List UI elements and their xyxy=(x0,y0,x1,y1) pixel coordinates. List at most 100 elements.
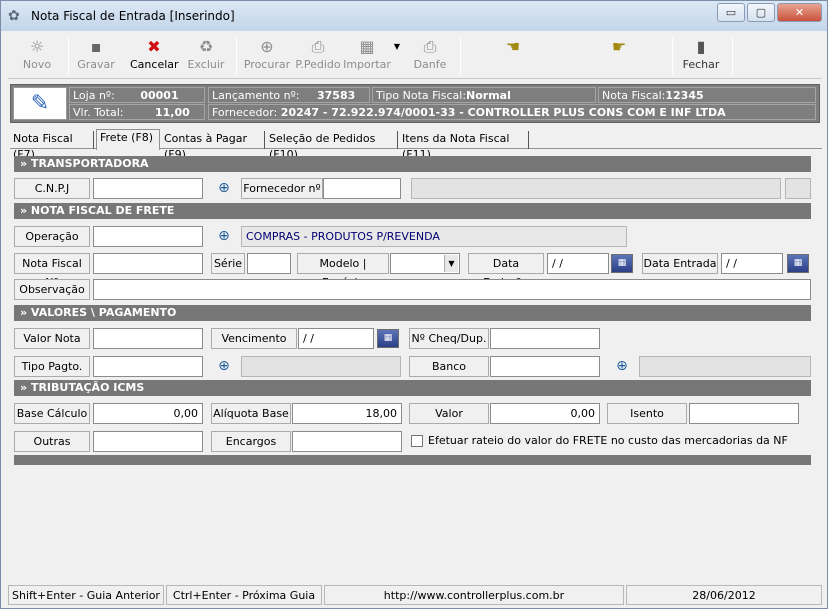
importar-button[interactable]: ▦ Importar xyxy=(343,36,391,78)
chevron-down-icon: ▼ xyxy=(444,255,458,272)
encargos-input[interactable] xyxy=(292,431,402,452)
cheque-label: Nº Cheq/Dup. xyxy=(409,328,489,349)
delete-icon: ♻ xyxy=(198,37,214,56)
section-footer-bar xyxy=(14,455,811,465)
save-icon: ▪ xyxy=(90,37,102,56)
search-icon[interactable]: ⊕ xyxy=(613,357,631,375)
importar-dropdown[interactable]: ▼ xyxy=(392,36,402,78)
operacao-label: Operação xyxy=(14,226,90,247)
cnpj-label: C.N.P.J xyxy=(14,178,90,199)
loja-info: Loja nº: 00001 xyxy=(69,87,205,103)
aliquota-label: Alíquota Base xyxy=(211,403,291,424)
valor-label: Valor xyxy=(409,403,489,424)
toolbar: ☼ Novo ▪ Gravar ✖ Cancelar ♻ Excluir ⊕ Procur… xyxy=(8,32,822,79)
tipo-pagto-display xyxy=(241,356,401,377)
banco-label: Banco xyxy=(409,356,489,377)
operacao-description: COMPRAS - PRODUTOS P/REVENDA xyxy=(241,226,627,247)
isento-input[interactable] xyxy=(689,403,799,424)
ppedido-button[interactable]: ⎙ P.Pedido xyxy=(294,36,342,78)
tipo-pagto-label: Tipo Pagto. xyxy=(14,356,90,377)
previous-record-button[interactable]: ☚ xyxy=(498,36,528,78)
danfe-button[interactable]: ⎙ Danfe xyxy=(408,36,452,78)
maximize-button[interactable]: ▢ xyxy=(747,3,775,22)
serie-label: Série xyxy=(211,253,245,274)
observacao-input[interactable] xyxy=(93,279,811,300)
fechar-button[interactable]: ▮ Fechar xyxy=(680,36,722,78)
calendar-icon[interactable]: ▦ xyxy=(787,254,809,273)
tipo-nota-info: Tipo Nota Fiscal:Normal xyxy=(372,87,596,103)
modelo-select[interactable]: ▼ xyxy=(390,253,460,274)
nota-fiscal-info: Nota Fiscal:12345 xyxy=(598,87,816,103)
search-icon: ⊕ xyxy=(260,37,274,56)
fornecedor-input[interactable] xyxy=(323,178,401,199)
title-bar: ✿ Nota Fiscal de Entrada [Inserindo] ▭ ▢… xyxy=(1,1,827,31)
vencimento-input[interactable]: / / xyxy=(298,328,374,349)
excluir-button[interactable]: ♻ Excluir xyxy=(186,36,226,78)
calendar-icon[interactable]: ▦ xyxy=(611,254,633,273)
nota-fiscal-input[interactable] xyxy=(93,253,203,274)
modelo-label: Modelo | Espécie xyxy=(297,253,389,289)
info-bar: ✎ Loja nº: 00001 Vlr. Total: 11,00 Lança… xyxy=(10,84,820,123)
minimize-button[interactable]: ▭ xyxy=(717,3,745,22)
aliquota-input[interactable]: 18,00 xyxy=(292,403,402,424)
tab-itens-nota[interactable]: Itens da Nota Fiscal (F11) xyxy=(399,131,529,161)
section-transportadora: » TRANSPORTADORA xyxy=(14,156,811,172)
operacao-input[interactable] xyxy=(93,226,203,247)
window-title: Nota Fiscal de Entrada [Inserindo] xyxy=(31,9,235,23)
tab-frete[interactable]: Frete (F8) xyxy=(96,129,160,150)
novo-button[interactable]: ☼ Novo xyxy=(16,36,58,78)
status-proxima: Ctrl+Enter - Próxima Guia xyxy=(166,585,322,605)
procurar-button[interactable]: ⊕ Procurar xyxy=(242,36,292,78)
dropdown-arrow-icon: ▼ xyxy=(393,42,401,51)
main-window: ✿ Nota Fiscal de Entrada [Inserindo] ▭ ▢… xyxy=(0,0,828,609)
tipo-pagto-input[interactable] xyxy=(93,356,203,377)
serie-input[interactable] xyxy=(247,253,291,274)
banco-display xyxy=(639,356,811,377)
base-calculo-input[interactable]: 0,00 xyxy=(93,403,203,424)
tab-contas-pagar[interactable]: Contas à Pagar (F9) xyxy=(161,131,265,161)
table-icon: ▦ xyxy=(359,37,375,56)
cancelar-button[interactable]: ✖ Cancelar xyxy=(130,36,179,78)
search-icon[interactable]: ⊕ xyxy=(215,227,233,245)
close-button[interactable]: ✕ xyxy=(777,3,822,22)
banco-input[interactable] xyxy=(490,356,600,377)
calendar-icon[interactable]: ▦ xyxy=(377,329,399,348)
status-bar: Shift+Enter - Guia Anterior Ctrl+Enter -… xyxy=(8,585,822,605)
next-record-button[interactable]: ☛ xyxy=(604,36,634,78)
tab-selecao-pedidos[interactable]: Seleção de Pedidos (F10) xyxy=(266,131,398,161)
rateio-label: Efetuar rateio do valor do FRETE no cust… xyxy=(428,434,788,447)
outras-input[interactable] xyxy=(93,431,203,452)
status-url: http://www.controllerplus.com.br xyxy=(324,585,624,605)
lancamento-info: Lançamento nº: 37583 xyxy=(208,87,370,103)
valor-input[interactable]: 0,00 xyxy=(490,403,600,424)
nota-fiscal-label: Nota Fiscal Nº xyxy=(14,253,90,289)
section-valores: » VALORES \ PAGAMENTO xyxy=(14,305,811,321)
data-entrada-label: Data Entrada xyxy=(642,253,718,274)
valor-nota-input[interactable] xyxy=(93,328,203,349)
hand-right-icon: ☛ xyxy=(611,37,627,56)
fornecedor-name-display xyxy=(411,178,781,199)
print-icon: ⎙ xyxy=(423,37,437,56)
rateio-checkbox[interactable] xyxy=(411,435,423,447)
status-date: 28/06/2012 xyxy=(626,585,822,605)
search-icon[interactable]: ⊕ xyxy=(215,179,233,197)
fornecedor-label: Fornecedor nº xyxy=(241,178,323,199)
cnpj-input[interactable] xyxy=(93,178,203,199)
section-nota-frete: » NOTA FISCAL DE FRETE xyxy=(14,203,811,219)
data-emissao-input[interactable]: / / xyxy=(547,253,609,274)
data-emissao-label: Data Emissão xyxy=(468,253,544,289)
section-icms: » TRIBUTAÇÃO ICMS xyxy=(14,380,811,396)
search-icon[interactable]: ⊕ xyxy=(215,357,233,375)
gravar-button[interactable]: ▪ Gravar xyxy=(74,36,118,78)
tab-nota-fiscal[interactable]: Nota Fiscal (F7) xyxy=(10,131,94,161)
encargos-label: Encargos xyxy=(211,431,291,452)
outras-label: Outras xyxy=(14,431,90,452)
data-entrada-input[interactable]: / / xyxy=(721,253,783,274)
vencimento-label: Vencimento xyxy=(211,328,297,349)
valor-nota-label: Valor Nota xyxy=(14,328,90,349)
app-icon: ✿ xyxy=(8,8,20,24)
cheque-input[interactable] xyxy=(490,328,600,349)
fornecedor-extra-display xyxy=(785,178,811,199)
valor-total-info: Vlr. Total: 11,00 xyxy=(69,104,205,120)
cancel-icon: ✖ xyxy=(147,37,161,56)
